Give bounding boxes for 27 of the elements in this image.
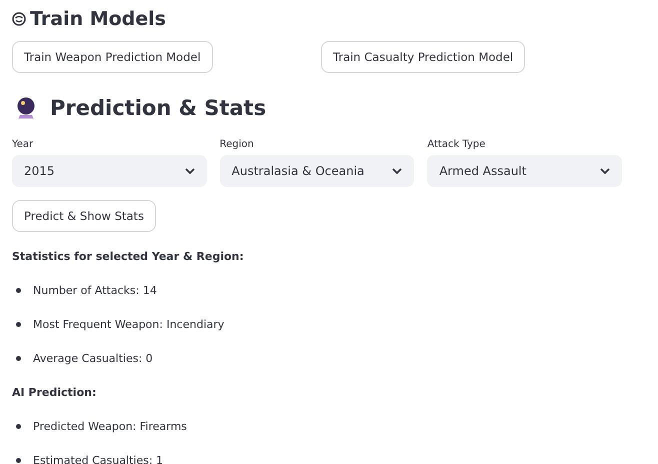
crystal-ball-icon: [16, 97, 36, 119]
chevron-down-icon: [392, 168, 402, 174]
chevron-down-icon: [184, 168, 195, 174]
dropdown-select[interactable]: 2015: [12, 155, 207, 187]
select-label: Region: [220, 139, 255, 150]
select-label: Attack Type: [427, 139, 486, 150]
group-heading: Statistics for selected Year & Region:: [12, 248, 245, 264]
stat-text: Number of Attacks: 14: [33, 284, 157, 296]
bullet-icon: [16, 322, 21, 326]
dropdown-select[interactable]: Australasia & Oceania: [220, 155, 414, 187]
chevron-down-icon: [600, 168, 610, 174]
predict-button[interactable]: Predict & Show Stats: [12, 200, 156, 232]
select-label: Year: [12, 139, 34, 150]
train-button[interactable]: Train Weapon Prediction Model: [12, 41, 213, 73]
group-heading: AI Prediction:: [12, 384, 98, 400]
dropdown-select[interactable]: Armed Assault: [427, 155, 622, 187]
train-button[interactable]: Train Casualty Prediction Model: [321, 41, 526, 73]
stat-text: Most Frequent Weapon: Incendiary: [33, 318, 224, 330]
bullet-icon: [16, 424, 21, 428]
stat-text: Average Casualties: 0: [33, 352, 153, 364]
stat-text: Predicted Weapon: Firearms: [33, 420, 187, 432]
stat-text: Estimated Casualties: 1: [33, 454, 164, 464]
section-title: Prediction & Stats: [50, 96, 266, 120]
bullet-icon: [16, 356, 21, 360]
bullet-icon: [16, 458, 21, 462]
section-title: Train Models: [30, 8, 166, 30]
bullet-icon: [16, 288, 21, 292]
